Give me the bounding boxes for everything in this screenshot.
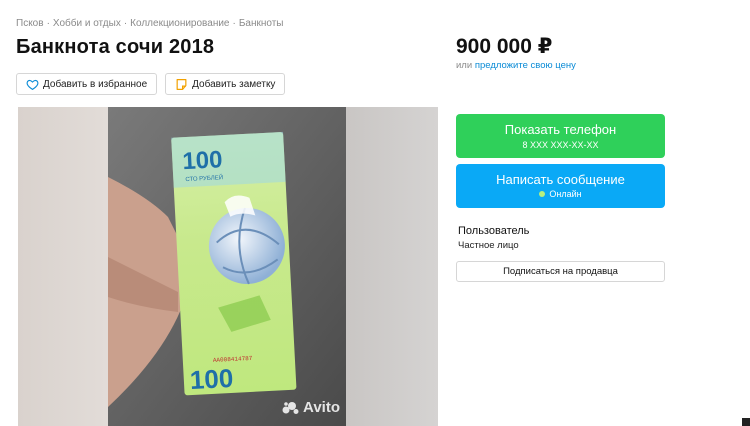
add-note-button[interactable]: Добавить заметку bbox=[165, 73, 286, 95]
banknote-denomination-top: 100 bbox=[182, 146, 223, 175]
banknote-photo-illustration: 100 СТО РУБЛЕЙ АА008414787 100 bbox=[108, 107, 346, 426]
add-favorite-label: Добавить в избранное bbox=[43, 78, 148, 90]
add-favorite-button[interactable]: Добавить в избранное bbox=[16, 73, 158, 95]
show-phone-button[interactable]: Показать телефон 8 XXX XXX-XX-XX bbox=[456, 114, 665, 158]
breadcrumb: Псков · Хобби и отдых · Коллекционирование · Б… bbox=[16, 18, 283, 29]
listing-photo[interactable]: 100 СТО РУБЛЕЙ АА008414787 100 bbox=[108, 107, 346, 426]
watermark-text: Avito bbox=[303, 399, 340, 416]
breadcrumb-separator: · bbox=[46, 18, 50, 29]
online-status: Онлайн bbox=[456, 189, 665, 199]
breadcrumb-item-banknotes[interactable]: Банкноты bbox=[239, 18, 284, 29]
offer-price-link[interactable]: предложите свою цену bbox=[475, 60, 576, 71]
banknote-denomination-bottom: 100 bbox=[189, 363, 234, 395]
offer-prefix: или bbox=[456, 60, 473, 71]
note-icon bbox=[175, 78, 188, 91]
corner-marker bbox=[742, 418, 750, 426]
breadcrumb-item-hobby[interactable]: Хобби и отдых bbox=[53, 18, 121, 29]
subscribe-seller-button[interactable]: Подписаться на продавца bbox=[456, 261, 665, 282]
breadcrumb-separator: · bbox=[232, 18, 236, 29]
seller-type: Частное лицо bbox=[458, 240, 519, 251]
write-message-button[interactable]: Написать сообщение Онлайн bbox=[456, 164, 665, 208]
write-message-label: Написать сообщение bbox=[496, 172, 625, 187]
breadcrumb-item-city[interactable]: Псков bbox=[16, 18, 44, 29]
show-phone-label: Показать телефон bbox=[504, 122, 617, 137]
online-dot-icon bbox=[539, 191, 546, 197]
avito-logo-icon bbox=[282, 401, 299, 414]
heart-icon bbox=[26, 78, 39, 91]
add-note-label: Добавить заметку bbox=[192, 78, 276, 90]
avito-watermark: Avito bbox=[282, 399, 340, 416]
masked-phone: 8 XXX XXX-XX-XX bbox=[522, 140, 599, 150]
photo-gallery[interactable]: 100 СТО РУБЛЕЙ АА008414787 100 Avito bbox=[18, 107, 438, 426]
listing-actions: Добавить в избранное Добавить заметку bbox=[16, 73, 286, 95]
page-title: Банкнота сочи 2018 bbox=[16, 36, 215, 58]
gallery-blur-right bbox=[346, 107, 438, 426]
online-status-label: Онлайн bbox=[549, 189, 582, 199]
price-offer: или предложите свою цену bbox=[456, 60, 576, 71]
breadcrumb-separator: · bbox=[123, 18, 128, 29]
breadcrumb-item-collecting[interactable]: Коллекционирование bbox=[130, 18, 229, 29]
gallery-blur-left bbox=[18, 107, 108, 426]
price: 900 000 ₽ bbox=[456, 35, 553, 58]
seller-name[interactable]: Пользователь bbox=[458, 225, 529, 237]
